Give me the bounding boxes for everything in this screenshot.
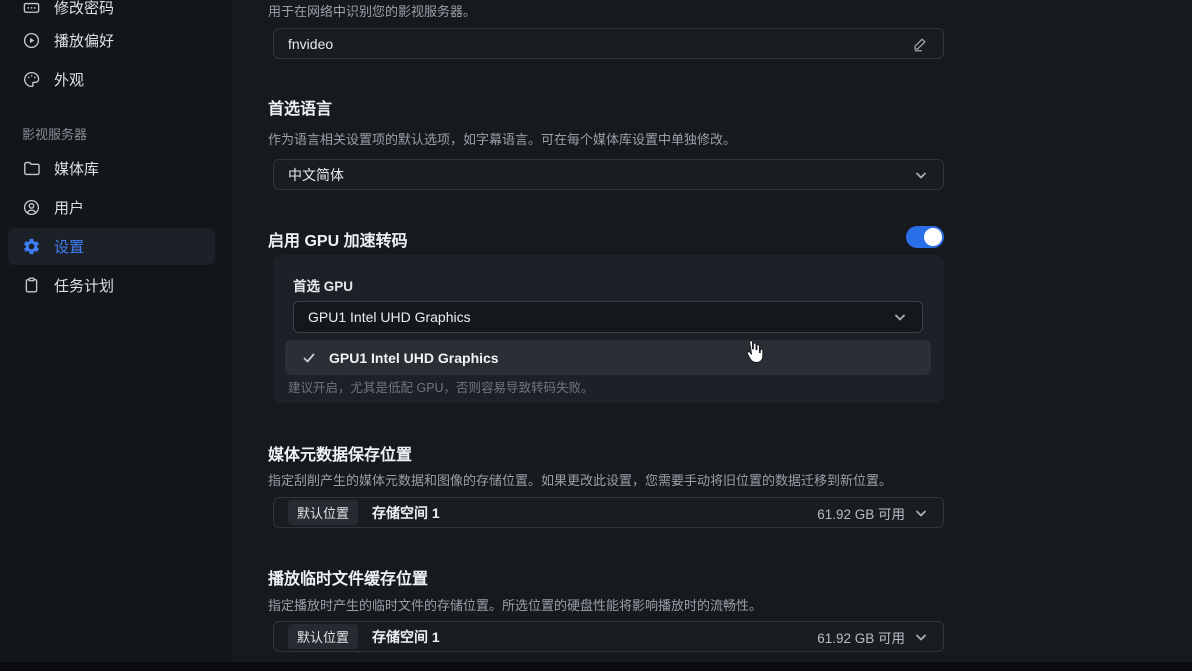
server-name-input[interactable] <box>288 35 911 52</box>
clipboard-icon <box>25 277 38 293</box>
server-name-description: 用于在网络中识别您的影视服务器。 <box>268 4 477 19</box>
sidebar-item-label: 用户 <box>54 199 85 217</box>
language-description: 作为语言相关设置项的默认选项，如字幕语言。可在每个媒体库设置中单独修改。 <box>268 132 737 147</box>
sidebar-item-media-library[interactable]: 媒体库 <box>22 156 99 180</box>
password-icon <box>23 2 40 13</box>
metadata-location-description: 指定刮削产生的媒体元数据和图像的存储位置。如果更改此设置，您需要手动将旧位置的数… <box>268 473 893 488</box>
user-icon <box>23 199 40 215</box>
bottom-letterbox <box>0 662 1192 671</box>
sidebar-item-users[interactable]: 用户 <box>22 195 84 219</box>
storage-name: 存储空间 1 <box>372 504 440 521</box>
metadata-location-select[interactable]: 默认位置 存储空间 1 61.92 GB 可用 <box>273 497 944 528</box>
server-name-field[interactable] <box>273 28 944 59</box>
gpu-select[interactable]: GPU1 Intel UHD Graphics <box>293 301 923 333</box>
sidebar-item-label: 外观 <box>54 71 85 89</box>
pencil-icon[interactable] <box>911 35 929 53</box>
sidebar-item-label: 播放偏好 <box>54 32 115 50</box>
language-select[interactable]: 中文简体 <box>273 159 944 190</box>
gpu-menu-option-label: GPU1 Intel UHD Graphics <box>329 349 499 366</box>
sidebar-item-label: 设置 <box>54 238 85 256</box>
chevron-down-icon <box>916 510 926 516</box>
play-circle-icon <box>23 32 40 48</box>
chevron-down-icon <box>916 634 926 640</box>
free-space: 61.92 GB 可用 <box>817 506 905 522</box>
preferred-gpu-label: 首选 GPU <box>293 279 354 294</box>
free-space: 61.92 GB 可用 <box>817 630 905 646</box>
language-selected-value: 中文简体 <box>288 166 344 183</box>
default-location-badge: 默认位置 <box>288 500 359 525</box>
cache-location-select[interactable]: 默认位置 存储空间 1 61.92 GB 可用 <box>273 621 944 652</box>
folder-icon <box>24 161 40 175</box>
chevron-down-icon <box>895 314 905 321</box>
sidebar: 修改密码 播放偏好 外观 影视服务器 媒体库 用户 设置 任务计划 <box>0 0 232 671</box>
gpu-hint: 建议开启，尤其是低配 GPU，否则容易导致转码失败。 <box>288 381 594 395</box>
cache-location-heading: 播放临时文件缓存位置 <box>268 571 429 588</box>
gpu-heading: 启用 GPU 加速转码 <box>268 233 408 250</box>
sidebar-item-change-password[interactable]: 修改密码 <box>22 0 114 19</box>
language-heading: 首选语言 <box>268 101 333 118</box>
check-icon <box>303 353 315 362</box>
toggle-knob <box>924 228 942 246</box>
gpu-toggle[interactable] <box>906 226 944 248</box>
cache-location-description: 指定播放时产生的临时文件的存储位置。所选位置的硬盘性能将影响播放时的流畅性。 <box>268 598 763 613</box>
default-location-badge: 默认位置 <box>288 624 359 649</box>
metadata-location-heading: 媒体元数据保存位置 <box>268 447 413 464</box>
sidebar-item-task-schedule[interactable]: 任务计划 <box>22 273 114 297</box>
sidebar-item-appearance[interactable]: 外观 <box>22 67 84 91</box>
chevron-down-icon <box>916 172 926 178</box>
palette-icon <box>24 71 40 87</box>
gpu-selected-value: GPU1 Intel UHD Graphics <box>308 309 471 325</box>
sidebar-item-playback-preferences[interactable]: 播放偏好 <box>22 28 114 52</box>
sidebar-group-label: 影视服务器 <box>22 127 88 142</box>
mouse-cursor <box>746 340 764 364</box>
sidebar-item-label: 任务计划 <box>54 277 115 295</box>
gpu-menu-option[interactable]: GPU1 Intel UHD Graphics <box>285 340 931 375</box>
sidebar-item-label: 修改密码 <box>54 0 115 17</box>
storage-name: 存储空间 1 <box>372 628 440 645</box>
sidebar-item-label: 媒体库 <box>54 160 100 178</box>
sidebar-item-settings[interactable]: 设置 <box>22 234 84 258</box>
gear-icon <box>24 238 39 254</box>
